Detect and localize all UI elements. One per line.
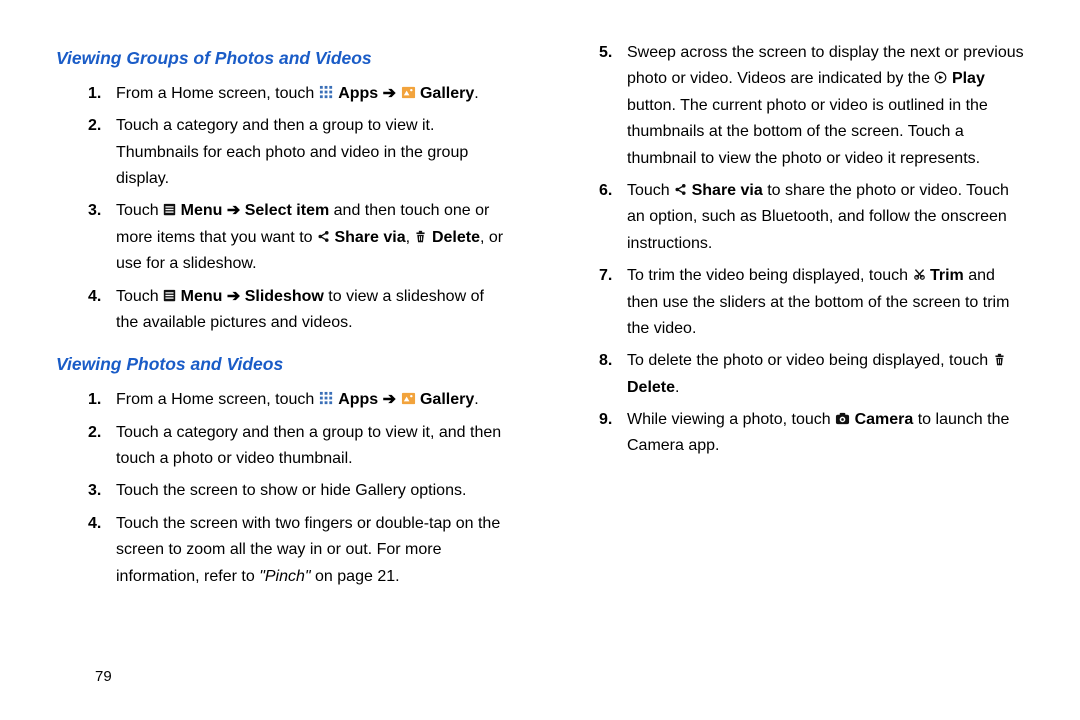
groups-steps: 1. From a Home screen, touch Apps ➔ Gall… <box>88 81 505 337</box>
gallery-icon <box>401 391 416 406</box>
section-heading-photos: Viewing Photos and Videos <box>56 350 505 379</box>
step: 1. From a Home screen, touch Apps ➔ Gall… <box>88 81 505 107</box>
trim-icon <box>913 268 926 281</box>
section-heading-groups: Viewing Groups of Photos and Videos <box>56 44 505 73</box>
photos-steps: 1. From a Home screen, touch Apps ➔ Gall… <box>88 387 505 590</box>
page-number: 79 <box>95 665 112 690</box>
step: 5. Sweep across the screen to display th… <box>599 40 1030 172</box>
share-icon <box>317 230 330 243</box>
play-icon <box>934 71 947 84</box>
menu-icon <box>163 289 176 302</box>
left-column: Viewing Groups of Photos and Videos 1. F… <box>0 0 540 720</box>
right-column: 5. Sweep across the screen to display th… <box>540 0 1080 720</box>
apps-icon <box>319 391 334 406</box>
delete-icon <box>993 353 1006 366</box>
step: 2. Touch a category and then a group to … <box>88 420 505 473</box>
step: 3. Touch the screen to show or hide Gall… <box>88 478 505 504</box>
step: 1. From a Home screen, touch Apps ➔ Gall… <box>88 387 505 413</box>
step: 7. To trim the video being displayed, to… <box>599 263 1030 342</box>
step: 3. Touch Menu ➔ Select item and then tou… <box>88 198 505 277</box>
camera-icon <box>835 411 850 426</box>
apps-icon <box>319 85 334 100</box>
step: 9. While viewing a photo, touch Camera t… <box>599 407 1030 460</box>
step: 6. Touch Share via to share the photo or… <box>599 178 1030 257</box>
step: 4. Touch Menu ➔ Slideshow to view a slid… <box>88 284 505 337</box>
menu-icon <box>163 203 176 216</box>
step: 2. Touch a category and then a group to … <box>88 113 505 192</box>
share-icon <box>674 183 687 196</box>
step: 8. To delete the photo or video being di… <box>599 348 1030 401</box>
photos-steps-cont: 5. Sweep across the screen to display th… <box>599 40 1030 460</box>
gallery-icon <box>401 85 416 100</box>
step: 4. Touch the screen with two fingers or … <box>88 511 505 590</box>
delete-icon <box>414 230 427 243</box>
